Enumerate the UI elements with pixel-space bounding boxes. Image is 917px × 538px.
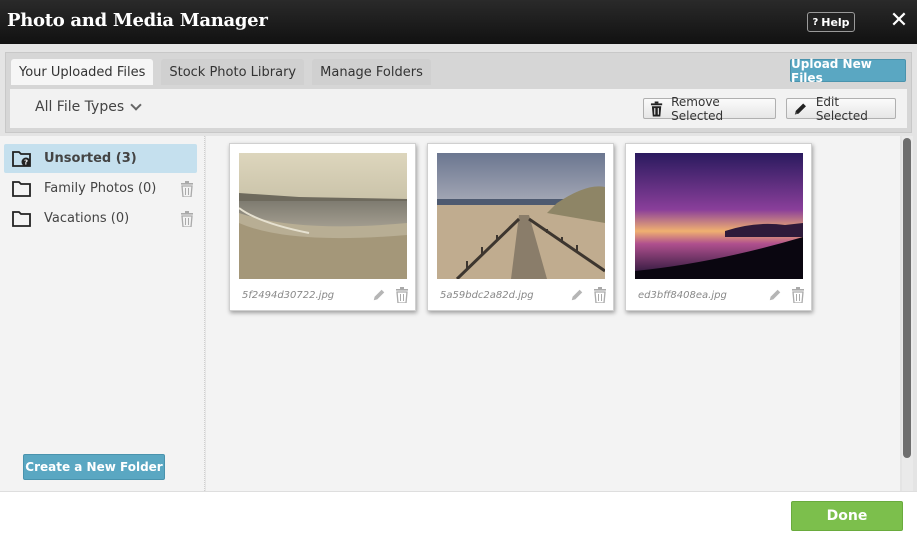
- trash-icon[interactable]: [180, 211, 194, 227]
- folder-icon: [12, 180, 31, 197]
- help-label: Help: [821, 15, 850, 29]
- folder-sidebar: ? Unsorted (3) Family Photos (0) Vacatio…: [0, 136, 205, 491]
- title-bar: Photo and Media Manager ? Help ✕: [0, 0, 917, 44]
- photo-thumbnail[interactable]: [239, 153, 407, 279]
- question-icon: ?: [812, 16, 819, 28]
- file-type-dropdown[interactable]: All File Types: [35, 99, 142, 115]
- done-button[interactable]: Done: [791, 501, 903, 531]
- window-title: Photo and Media Manager: [7, 10, 268, 31]
- tab-your-uploaded-files[interactable]: Your Uploaded Files: [11, 59, 154, 85]
- folder-item-vacations[interactable]: Vacations (0): [4, 204, 197, 233]
- photo-thumbnail[interactable]: [635, 153, 803, 279]
- pencil-icon[interactable]: [768, 288, 782, 302]
- help-button[interactable]: ? Help: [807, 12, 855, 32]
- file-name: 5a59bdc2a82d.jpg: [440, 290, 534, 301]
- svg-text:?: ?: [24, 158, 28, 166]
- close-icon[interactable]: ✕: [888, 9, 910, 33]
- folder-item-family-photos[interactable]: Family Photos (0): [4, 174, 197, 203]
- edit-selected-button[interactable]: Edit Selected: [786, 95, 896, 123]
- action-bar: All File Types Remove Selected Edit Sele…: [10, 89, 907, 128]
- scrollbar-thumb[interactable]: [903, 138, 911, 458]
- edit-selected-label: Edit Selected: [815, 94, 868, 123]
- folder-label: Family Photos (0): [44, 181, 157, 196]
- dialog-footer: Done: [0, 491, 917, 538]
- trash-icon[interactable]: [180, 181, 194, 197]
- scrollbar-track[interactable]: [902, 136, 913, 491]
- folder-item-unsorted[interactable]: ? Unsorted (3): [4, 144, 197, 173]
- photo-thumbnail[interactable]: [437, 153, 605, 279]
- create-folder-button[interactable]: Create a New Folder: [23, 454, 165, 480]
- folder-icon: [12, 210, 31, 227]
- remove-selected-label: Remove Selected: [671, 94, 724, 123]
- trash-icon[interactable]: [593, 287, 607, 303]
- file-name: 5f2494d30722.jpg: [242, 290, 335, 301]
- tab-manage-folders[interactable]: Manage Folders: [312, 59, 431, 85]
- remove-selected-button[interactable]: Remove Selected: [643, 95, 776, 123]
- file-card[interactable]: 5a59bdc2a82d.jpg: [427, 143, 614, 311]
- pencil-icon: [794, 102, 806, 115]
- file-name: ed3bff8408ea.jpg: [638, 290, 727, 301]
- folder-icon: ?: [12, 150, 31, 167]
- upload-new-files-button[interactable]: Upload New Files: [790, 57, 906, 85]
- folder-label: Vacations (0): [44, 211, 130, 226]
- trash-icon: [650, 101, 663, 116]
- main-panel: Your Uploaded Files Stock Photo Library …: [0, 44, 917, 491]
- file-card[interactable]: 5f2494d30722.jpg: [229, 143, 416, 311]
- file-type-label: All File Types: [35, 99, 125, 115]
- tab-stock-photo-library[interactable]: Stock Photo Library: [161, 59, 305, 85]
- trash-icon[interactable]: [395, 287, 409, 303]
- chevron-down-icon: [130, 99, 142, 111]
- folder-label: Unsorted (3): [44, 151, 137, 166]
- pencil-icon[interactable]: [372, 288, 386, 302]
- file-card[interactable]: ed3bff8408ea.jpg: [625, 143, 812, 311]
- trash-icon[interactable]: [791, 287, 805, 303]
- pencil-icon[interactable]: [570, 288, 584, 302]
- file-grid: 5f2494d30722.jpg 5a59bdc2a82d.jpg ed3bff…: [206, 136, 900, 491]
- tab-bar: Your Uploaded Files Stock Photo Library …: [11, 59, 431, 85]
- toolbar: Your Uploaded Files Stock Photo Library …: [5, 52, 912, 133]
